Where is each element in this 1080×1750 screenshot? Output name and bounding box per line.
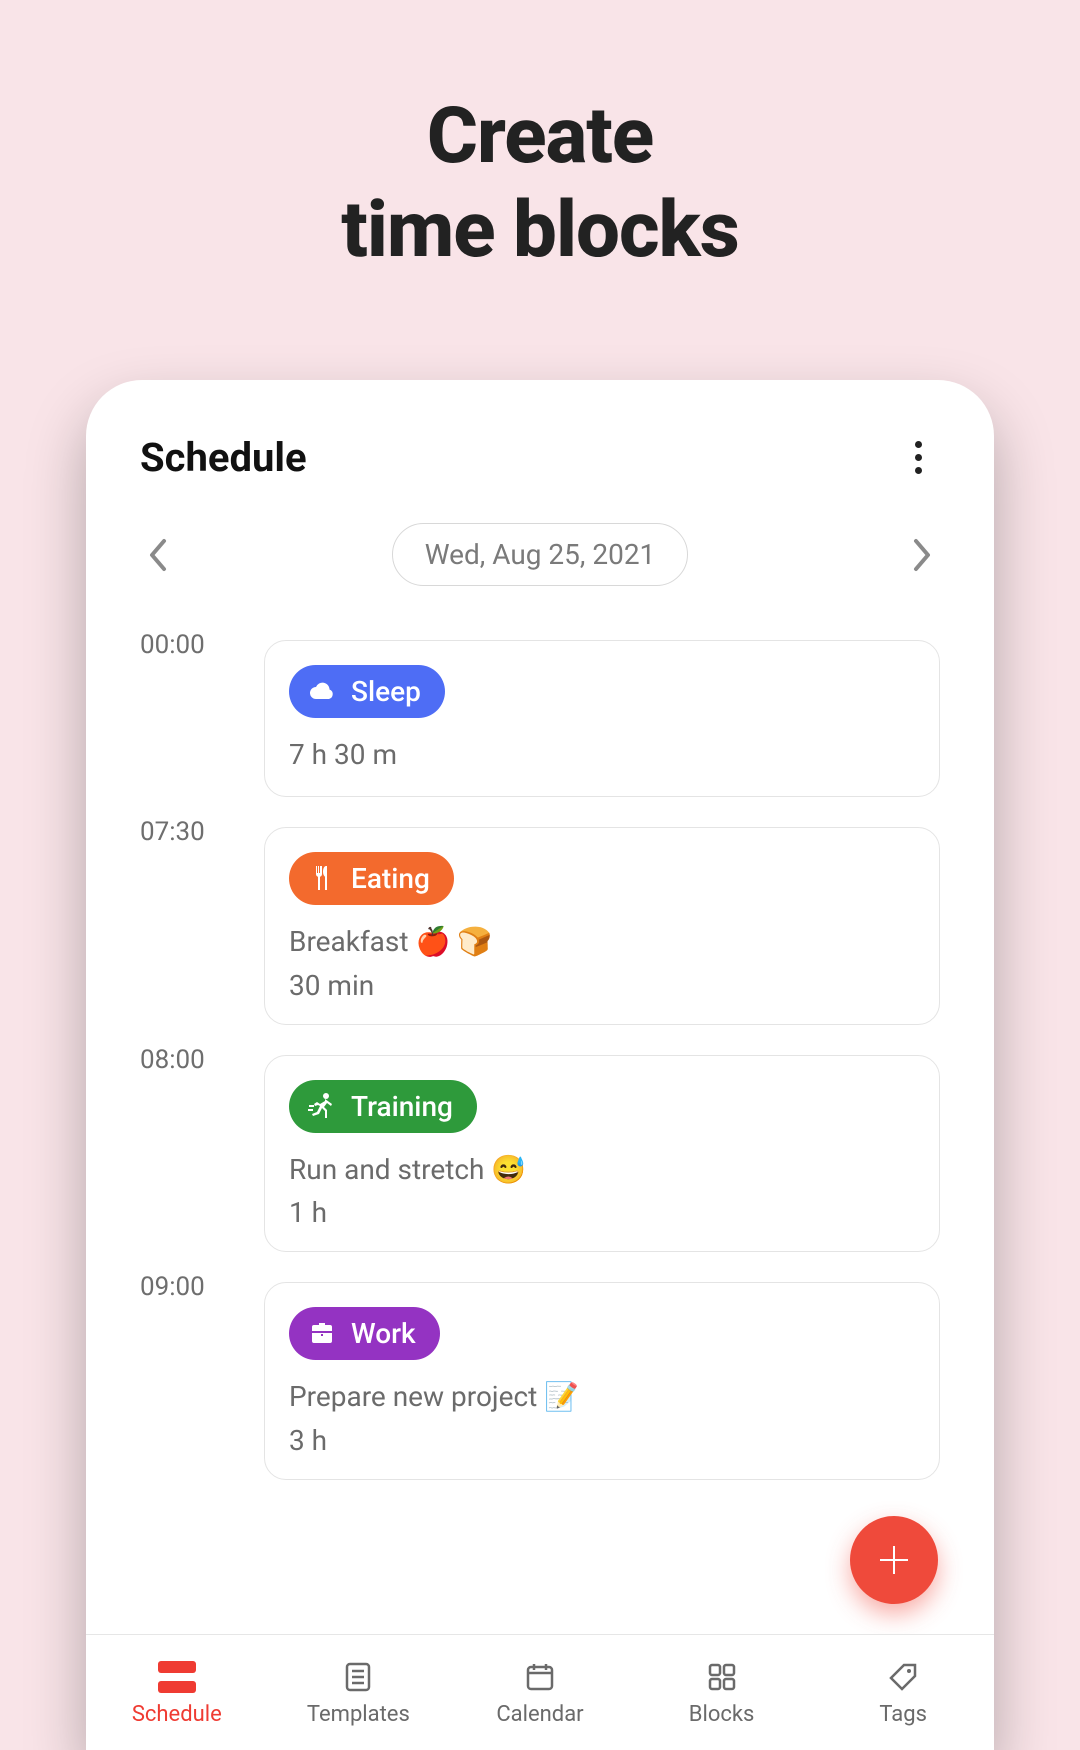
bottom-nav: Schedule Templates Calendar Blocks Tags [86,1634,994,1750]
block-tag: Work [289,1307,440,1360]
time-slot: 09:00 Work Prepare new project 📝 3 h [140,1270,940,1498]
block-duration: 7 h 30 m [289,736,915,774]
nav-label: Blocks [689,1702,755,1727]
block-tag: Training [289,1080,477,1133]
time-block-card[interactable]: Work Prepare new project 📝 3 h [264,1282,940,1480]
running-icon [307,1091,337,1121]
more-menu-button[interactable] [896,436,940,480]
nav-label: Templates [307,1702,410,1727]
nav-templates[interactable]: Templates [268,1635,450,1750]
time-label: 07:30 [140,815,250,1043]
briefcase-icon [307,1319,337,1349]
block-duration: 30 min [289,969,915,1002]
time-block-card[interactable]: Sleep 7 h 30 m [264,640,940,797]
dots-icon [915,441,922,448]
chevron-right-icon [911,538,933,572]
time-label: 09:00 [140,1270,250,1498]
nav-label: Calendar [496,1702,583,1727]
prev-day-button[interactable] [140,537,176,573]
time-slot: 08:00 Training Run and stretch 😅 1 h [140,1043,940,1271]
plus-icon [876,1542,912,1578]
date-navigator: Wed, Aug 25, 2021 [86,481,994,608]
time-block-card[interactable]: Eating Breakfast 🍎 🍞 30 min [264,827,940,1025]
hero-title: Create time blocks [0,0,1080,277]
block-tag-label: Eating [351,862,430,895]
block-tag-label: Sleep [351,675,421,708]
block-duration: 3 h [289,1424,915,1457]
nav-calendar[interactable]: Calendar [449,1635,631,1750]
date-picker-chip[interactable]: Wed, Aug 25, 2021 [392,523,689,586]
calendar-icon [523,1658,557,1696]
time-slot: 00:00 Sleep 7 h 30 m [140,628,940,815]
templates-icon [341,1658,375,1696]
block-tag: Sleep [289,665,445,718]
schedule-icon [158,1658,196,1696]
add-block-fab[interactable] [850,1516,938,1604]
app-header: Schedule [86,380,994,481]
time-slot: 07:30 Eating Breakfast 🍎 🍞 30 min [140,815,940,1043]
nav-label: Tags [879,1702,927,1727]
timeline: 00:00 Sleep 7 h 30 m 07:30 Eatin [86,608,994,1498]
block-duration: 1 h [289,1196,915,1229]
tag-icon [886,1658,920,1696]
date-label: Wed, Aug 25, 2021 [425,538,656,571]
nav-blocks[interactable]: Blocks [631,1635,813,1750]
blocks-icon [705,1658,739,1696]
block-description: Prepare new project 📝 [289,1378,915,1416]
block-description: Run and stretch 😅 [289,1151,915,1189]
hero-line2: time blocks [0,184,1080,278]
cloud-icon [307,677,337,707]
utensils-icon [307,863,337,893]
phone-frame: Schedule Wed, Aug 25, 2021 00:00 [86,380,994,1750]
block-tag-label: Work [351,1317,416,1350]
time-label: 08:00 [140,1043,250,1271]
next-day-button[interactable] [904,537,940,573]
nav-tags[interactable]: Tags [812,1635,994,1750]
block-description: Breakfast 🍎 🍞 [289,923,915,961]
time-label: 00:00 [140,628,250,815]
chevron-left-icon [147,538,169,572]
nav-schedule[interactable]: Schedule [86,1635,268,1750]
block-tag-label: Training [351,1090,453,1123]
nav-label: Schedule [132,1702,222,1727]
hero-line1: Create [0,90,1080,184]
time-block-card[interactable]: Training Run and stretch 😅 1 h [264,1055,940,1253]
block-tag: Eating [289,852,454,905]
screen-title: Schedule [140,434,307,481]
